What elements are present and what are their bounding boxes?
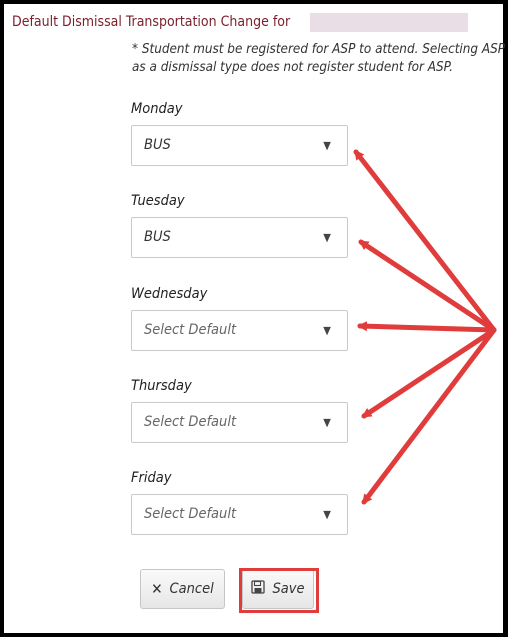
dismissal-panel: Default Dismissal Transportation Change … [4,4,505,633]
arrow-to-monday [353,149,497,333]
arrow-to-friday [361,327,497,505]
annotation-arrows [353,149,497,505]
arrow-to-tuesday [358,239,497,333]
arrow-to-thursday [361,327,497,419]
arrow-to-wednesday [357,321,497,333]
